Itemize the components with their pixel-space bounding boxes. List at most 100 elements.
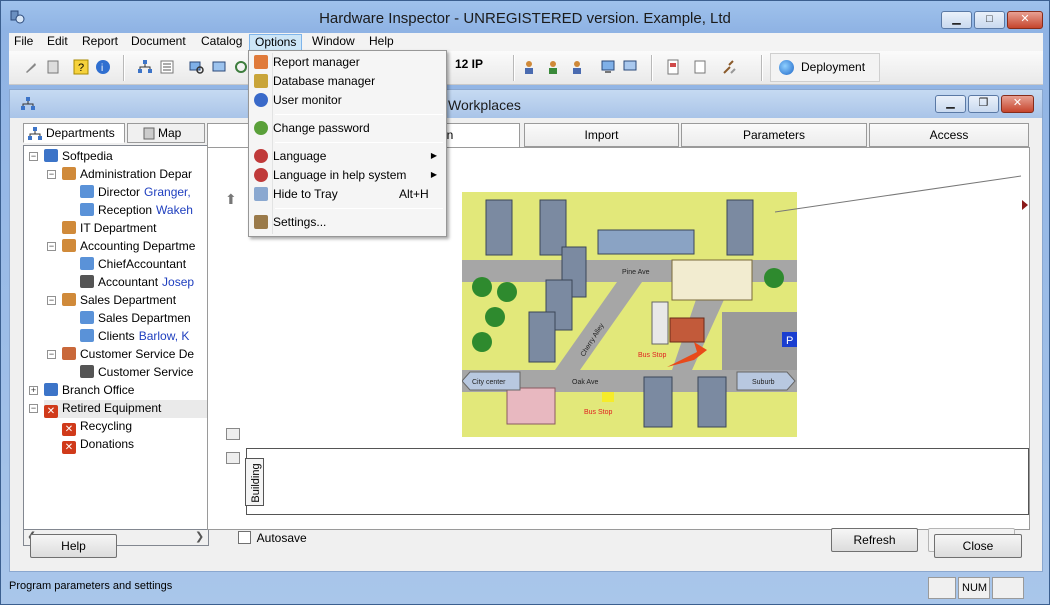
maximize-button[interactable]: □ bbox=[974, 11, 1005, 29]
menu-item-language[interactable]: Language ▶ bbox=[251, 147, 444, 166]
menu-item-user-monitor[interactable]: User monitor bbox=[251, 91, 444, 110]
toolbar-separator bbox=[123, 55, 125, 81]
help-button[interactable]: Help bbox=[30, 534, 117, 558]
menu-item-settings[interactable]: Settings... bbox=[251, 213, 444, 232]
tree-expander-icon[interactable]: − bbox=[29, 152, 38, 161]
menu-item-change-password[interactable]: Change password bbox=[251, 119, 444, 138]
menu-catalog[interactable]: Catalog bbox=[196, 34, 247, 51]
tool-icon[interactable] bbox=[23, 59, 39, 75]
tree-icon bbox=[472, 332, 492, 352]
computer-sync-icon[interactable] bbox=[623, 59, 639, 75]
tree-expander-icon[interactable]: − bbox=[29, 404, 38, 413]
menu-item-report-manager[interactable]: Report manager bbox=[251, 53, 444, 72]
report-icon bbox=[254, 55, 268, 69]
menu-item-language-help[interactable]: Language in help system ▶ bbox=[251, 166, 444, 185]
tree-node[interactable]: Accounting Departme bbox=[62, 238, 208, 256]
building-icon[interactable] bbox=[643, 376, 673, 428]
tab-parameters[interactable]: Parameters bbox=[681, 123, 867, 147]
refresh-icon[interactable] bbox=[233, 59, 249, 75]
document-icon[interactable] bbox=[45, 59, 61, 75]
child-minimize-button[interactable]: ▁ bbox=[935, 95, 966, 113]
minimize-button[interactable]: ▁ bbox=[941, 11, 972, 29]
tree-node[interactable]: ✕ Donations bbox=[62, 436, 208, 454]
refresh-button[interactable]: Refresh bbox=[831, 528, 918, 552]
building-icon[interactable] bbox=[697, 376, 727, 428]
close-window-button[interactable]: ✕ bbox=[1007, 11, 1043, 29]
list-icon[interactable] bbox=[159, 59, 175, 75]
shop-building-icon[interactable] bbox=[669, 317, 705, 343]
close-button[interactable]: Close bbox=[934, 534, 1022, 558]
house-building-icon[interactable] bbox=[506, 387, 556, 425]
menu-edit[interactable]: Edit bbox=[42, 34, 73, 51]
menu-item-hide-to-tray[interactable]: Hide to Tray Alt+H bbox=[251, 185, 444, 204]
ip-tool-label[interactable]: 12 IP bbox=[455, 57, 483, 71]
building-info-box bbox=[246, 448, 1029, 515]
tree-node[interactable]: Sales Department bbox=[62, 292, 208, 310]
tree-node[interactable]: Administration Depar bbox=[62, 166, 208, 184]
tower-building-icon[interactable] bbox=[651, 301, 669, 345]
computer-icon[interactable] bbox=[601, 59, 617, 75]
tree-node[interactable]: Director Granger, bbox=[80, 184, 208, 202]
menu-window[interactable]: Window bbox=[307, 34, 360, 51]
building-vertical-tab[interactable]: Building bbox=[245, 458, 264, 506]
tree-expander-icon[interactable]: − bbox=[47, 242, 56, 251]
edit-document-icon[interactable] bbox=[693, 59, 709, 75]
tree-node[interactable]: Accountant Josep bbox=[80, 274, 208, 292]
child-restore-button[interactable]: ❐ bbox=[968, 95, 999, 113]
tree-expander-icon[interactable]: − bbox=[47, 170, 56, 179]
map-small-icon[interactable] bbox=[226, 428, 240, 440]
menu-report[interactable]: Report bbox=[77, 34, 123, 51]
tree-node[interactable]: ChiefAccountant bbox=[80, 256, 208, 274]
deployment-button[interactable]: Deployment bbox=[770, 53, 880, 82]
tree-node[interactable]: Customer Service De bbox=[62, 346, 208, 364]
scroll-right-icon[interactable]: ❯ bbox=[195, 530, 204, 543]
question-icon[interactable]: ? bbox=[73, 59, 89, 75]
tree-node[interactable]: IT Department bbox=[62, 220, 208, 238]
info-small-icon[interactable] bbox=[226, 452, 240, 464]
report-icon[interactable] bbox=[665, 59, 681, 75]
tree-node-label: Accountant bbox=[98, 275, 159, 289]
tree-node[interactable]: Sales Departmen bbox=[80, 310, 208, 328]
building-icon[interactable] bbox=[485, 199, 513, 256]
autosave-checkbox[interactable]: Autosave bbox=[238, 531, 307, 545]
mall-building-icon[interactable] bbox=[597, 229, 695, 255]
menu-document[interactable]: Document bbox=[126, 34, 191, 51]
info-icon[interactable]: i bbox=[95, 59, 111, 75]
tree-node[interactable]: Reception Wakeh bbox=[80, 202, 208, 220]
tree-node[interactable]: Clients Barlow, K bbox=[80, 328, 208, 346]
tab-map[interactable]: Map bbox=[127, 123, 205, 143]
building-icon[interactable] bbox=[726, 199, 754, 256]
tree-node[interactable]: Softpedia bbox=[44, 148, 208, 166]
tree-node[interactable]: Customer Service bbox=[80, 364, 208, 382]
city-map[interactable]: P Pine Ave Oak Ave Cherry Alley City cen… bbox=[462, 192, 797, 437]
tab-departments[interactable]: Departments bbox=[23, 123, 125, 143]
menu-item-database-manager[interactable]: Database manager bbox=[251, 72, 444, 91]
menu-help[interactable]: Help bbox=[364, 34, 399, 51]
building-icon[interactable] bbox=[528, 311, 556, 363]
menu-file[interactable]: File bbox=[9, 34, 38, 51]
tree-expander-icon[interactable]: + bbox=[29, 386, 38, 395]
tree-expander-icon[interactable]: − bbox=[47, 350, 56, 359]
menu-options[interactable]: Options bbox=[249, 34, 303, 51]
workplaces-body: Departments Map Softpedia − Administration… bbox=[10, 118, 1042, 571]
office-building-icon[interactable] bbox=[671, 259, 753, 301]
tab-access[interactable]: Access bbox=[869, 123, 1029, 147]
network-icon[interactable] bbox=[137, 59, 153, 75]
group-icon bbox=[62, 167, 76, 180]
suburb-label: Suburb bbox=[752, 379, 775, 386]
search-computer-icon[interactable] bbox=[189, 59, 205, 75]
autosave-checkbox-box[interactable] bbox=[238, 531, 251, 544]
scan-icon[interactable] bbox=[211, 59, 227, 75]
tree-node[interactable]: ✕ Retired Equipment bbox=[44, 400, 208, 418]
svg-text:i: i bbox=[101, 63, 103, 74]
settings-tools-icon[interactable] bbox=[721, 59, 737, 75]
tree-expander-icon[interactable]: − bbox=[47, 296, 56, 305]
tree-node[interactable]: Branch Office bbox=[44, 382, 208, 400]
user-tools-icon[interactable] bbox=[571, 59, 587, 75]
user-key-icon[interactable] bbox=[547, 59, 563, 75]
tree-node[interactable]: ✕ Recycling bbox=[62, 418, 208, 436]
child-close-button[interactable]: ✕ bbox=[1001, 95, 1034, 113]
tab-import[interactable]: Import bbox=[524, 123, 679, 147]
up-arrow-icon[interactable]: ⬆ bbox=[225, 191, 237, 208]
user-icon[interactable] bbox=[521, 59, 537, 75]
